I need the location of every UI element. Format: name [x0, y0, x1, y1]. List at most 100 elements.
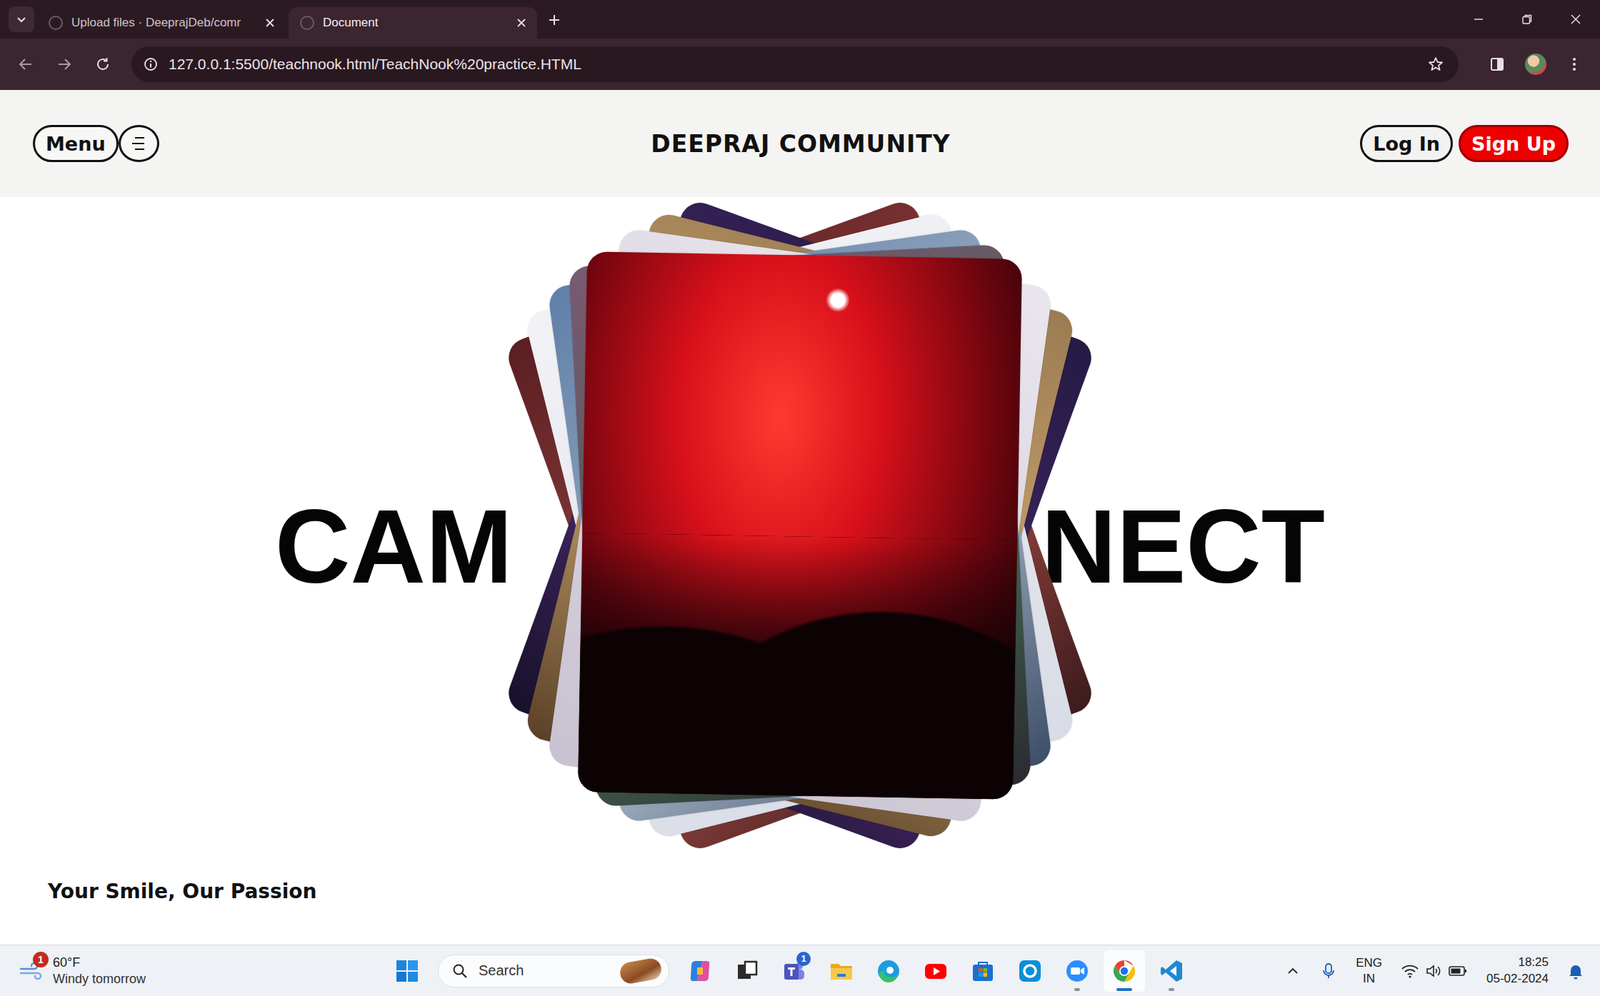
- headline-left: CAM: [275, 490, 513, 605]
- microphone-button[interactable]: [1314, 954, 1343, 989]
- time: 18:25: [1517, 955, 1549, 971]
- youtube-icon: [922, 958, 949, 985]
- search-icon: [451, 962, 469, 980]
- restore-button[interactable]: [1502, 0, 1552, 39]
- tab-label: Document: [322, 15, 508, 30]
- window-controls: [1454, 0, 1600, 39]
- taskbar-app[interactable]: [726, 950, 768, 993]
- weather-temp: 60°F: [52, 955, 146, 972]
- star-icon[interactable]: [1427, 55, 1445, 73]
- stage-light: [825, 287, 851, 313]
- notification-badge: 1: [32, 952, 49, 968]
- hamburger-icon: [128, 135, 149, 152]
- tab-label: Upload files · DeeprajDeb/comr: [71, 15, 256, 30]
- taskbar: 160°FWindy tomorrowSearch1ENGIN18:2505-0…: [0, 945, 1600, 996]
- browser-toolbar: 127.0.0.1:5500/teachnook.html/TeachNook%…: [0, 38, 1600, 90]
- tagline: Your Smile, Our Passion: [0, 854, 1600, 904]
- search-placeholder: Search: [478, 962, 610, 980]
- headline-right: NECT: [1041, 490, 1325, 605]
- speaker-icon: [1425, 963, 1443, 980]
- running-indicator: [1116, 988, 1133, 992]
- side-panel-button[interactable]: [1480, 47, 1515, 82]
- folder-icon: [828, 958, 855, 985]
- chevron-down-icon: [15, 12, 28, 26]
- login-button[interactable]: Log In: [1360, 125, 1453, 163]
- arrow-right-icon: [55, 55, 73, 73]
- clock[interactable]: 18:2505-02-2024: [1480, 955, 1555, 987]
- ring-app-icon: [1017, 958, 1043, 985]
- reload-button[interactable]: [85, 47, 120, 82]
- browser-tab[interactable]: Document: [288, 7, 538, 39]
- tab-search-button[interactable]: [8, 6, 35, 33]
- start-button[interactable]: [386, 950, 428, 993]
- signup-button[interactable]: Sign Up: [1458, 125, 1569, 163]
- taskbar-app[interactable]: [1150, 950, 1193, 993]
- edge-icon: [875, 958, 902, 985]
- taskbar-app[interactable]: [867, 950, 910, 993]
- close-window-button[interactable]: [1551, 0, 1600, 39]
- web-page: Menu DEEPRAJ COMMUNITY Log InSign Up CAM NEC…: [0, 90, 1600, 945]
- favicon-icon: [300, 15, 315, 30]
- crowd-silhouette: [577, 532, 1018, 800]
- taskbar-app[interactable]: [962, 950, 1004, 993]
- hamburger-button[interactable]: [118, 125, 160, 163]
- running-indicator: [1168, 988, 1175, 992]
- restore-icon: [1521, 13, 1533, 25]
- minimize-icon: [1472, 13, 1485, 25]
- store-icon: [970, 958, 996, 985]
- taskbar-app[interactable]: [679, 950, 721, 993]
- site-title: DEEPRAJ COMMUNITY: [650, 130, 950, 158]
- copilot-icon: [687, 958, 713, 985]
- url-text: 127.0.0.1:5500/teachnook.html/TeachNook%…: [168, 55, 582, 73]
- chevron-up-icon: [1285, 964, 1300, 979]
- quick-settings[interactable]: [1395, 963, 1474, 980]
- taskbar-app[interactable]: [820, 950, 863, 993]
- wifi-icon: [1400, 963, 1420, 980]
- concert-photo: [577, 251, 1023, 800]
- kebab-icon: [1565, 55, 1583, 73]
- photo-stack[interactable]: [582, 255, 1018, 797]
- side-panel-icon: [1488, 55, 1506, 73]
- taskbar-app[interactable]: [1056, 950, 1098, 993]
- search-highlight-icon: [618, 957, 663, 986]
- desktop-screen: Upload files · DeeprajDeb/comr Document 12…: [0, 0, 1600, 996]
- notifications-button[interactable]: [1561, 954, 1590, 989]
- region-code: IN: [1362, 971, 1375, 987]
- running-indicator: [1074, 988, 1080, 992]
- hero-section: CAM NECT: [0, 197, 1600, 855]
- microphone-icon: [1320, 962, 1337, 980]
- browser-tab[interactable]: Upload files · DeeprajDeb/comr: [37, 7, 286, 39]
- plus-icon: [547, 12, 562, 28]
- task-view-icon: [735, 959, 760, 984]
- taskbar-app[interactable]: [915, 950, 957, 993]
- date: 05-02-2024: [1486, 971, 1549, 988]
- address-bar[interactable]: 127.0.0.1:5500/teachnook.html/TeachNook%…: [131, 46, 1459, 83]
- back-button[interactable]: [8, 47, 43, 82]
- windows-logo-icon: [395, 959, 420, 984]
- vscode-icon: [1158, 958, 1185, 985]
- taskbar-app[interactable]: [1103, 950, 1145, 993]
- show-hidden-icons-button[interactable]: [1278, 954, 1308, 989]
- new-tab-button[interactable]: [540, 5, 569, 35]
- weather-widget[interactable]: 160°FWindy tomorrow: [18, 945, 146, 996]
- close-icon[interactable]: [264, 17, 276, 29]
- minimize-button[interactable]: [1454, 0, 1503, 39]
- language-code: ENG: [1355, 955, 1383, 971]
- menu-button[interactable]: Menu: [32, 125, 119, 163]
- info-icon: [142, 56, 159, 73]
- chrome-icon: [1111, 958, 1138, 985]
- favicon-icon: [48, 15, 63, 30]
- taskbar-search[interactable]: Search: [437, 955, 670, 988]
- forward-button[interactable]: [47, 47, 82, 82]
- browser-menu-button[interactable]: [1557, 47, 1592, 82]
- close-icon[interactable]: [515, 17, 528, 29]
- battery-icon: [1447, 964, 1468, 979]
- close-icon: [1570, 13, 1582, 25]
- taskbar-app[interactable]: [1009, 950, 1051, 993]
- site-header: Menu DEEPRAJ COMMUNITY Log InSign Up: [0, 90, 1600, 198]
- weather-forecast: Windy tomorrow: [52, 971, 146, 988]
- bell-icon: [1567, 962, 1584, 980]
- input-language[interactable]: ENGIN: [1350, 955, 1388, 987]
- taskbar-app[interactable]: 1: [773, 950, 815, 993]
- profile-button[interactable]: [1518, 47, 1553, 82]
